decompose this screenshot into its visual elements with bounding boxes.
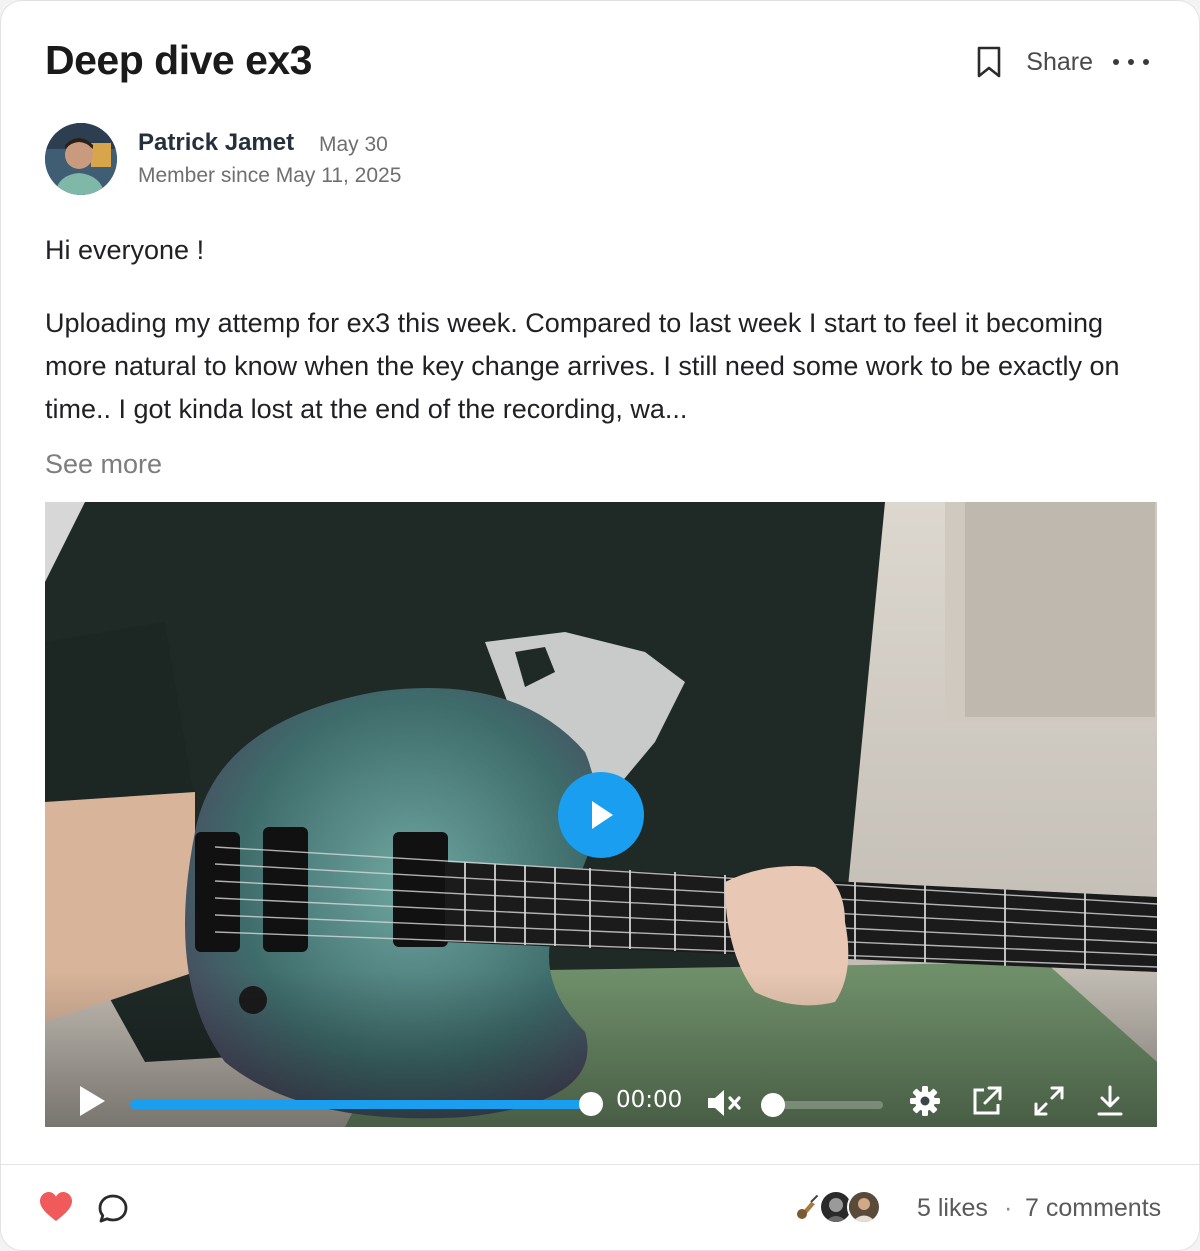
volume-muted-icon xyxy=(708,1090,741,1116)
fullscreen-button[interactable] xyxy=(1033,1085,1065,1122)
seek-handle[interactable] xyxy=(579,1092,603,1116)
mute-button[interactable] xyxy=(705,1087,743,1124)
volume-slider[interactable] xyxy=(773,1101,883,1109)
footer-separator: · xyxy=(1004,1194,1013,1222)
share-button[interactable]: Share xyxy=(1026,48,1093,77)
likes-count[interactable]: 5 likes xyxy=(917,1194,988,1223)
play-button[interactable] xyxy=(77,1084,107,1123)
open-external-button[interactable] xyxy=(971,1085,1003,1122)
likers-avatars[interactable] xyxy=(791,1190,881,1224)
bookmark-button[interactable] xyxy=(974,43,1004,81)
volume-handle[interactable] xyxy=(761,1093,785,1117)
video-player[interactable]: 00:00 xyxy=(45,502,1157,1127)
comment-icon xyxy=(98,1194,128,1223)
play-icon xyxy=(592,801,613,829)
time-display: 00:00 xyxy=(616,1087,683,1113)
author-name[interactable]: Patrick Jamet xyxy=(138,129,294,157)
settings-button[interactable] xyxy=(909,1085,941,1122)
settings-icon xyxy=(910,1086,940,1116)
post-card: Deep dive ex3 Share Patrick Jamet May 30… xyxy=(0,0,1200,1251)
play-overlay-button[interactable] xyxy=(558,772,644,858)
open-external-icon xyxy=(973,1086,1002,1115)
post-body: Uploading my attemp for ex3 this week. C… xyxy=(45,308,1120,424)
bookmark-icon xyxy=(977,46,1001,78)
footer-divider xyxy=(1,1164,1199,1165)
liker-avatar xyxy=(847,1190,881,1224)
comments-count[interactable]: 7 comments xyxy=(1025,1194,1161,1223)
avatar-image xyxy=(45,123,117,195)
video-controls: 00:00 xyxy=(45,1037,1157,1127)
heart-icon xyxy=(40,1192,72,1221)
play-icon xyxy=(80,1086,105,1116)
seek-bar[interactable] xyxy=(130,1100,590,1109)
download-button[interactable] xyxy=(1095,1084,1125,1123)
author-avatar[interactable] xyxy=(45,123,117,195)
post-actions: Share xyxy=(974,43,1149,81)
more-icon xyxy=(1113,59,1149,65)
more-options-button[interactable] xyxy=(1113,47,1149,77)
see-more-link[interactable]: See more xyxy=(45,449,162,480)
member-since: Member since May 11, 2025 xyxy=(138,164,402,187)
like-button[interactable] xyxy=(39,1191,73,1228)
post-greeting: Hi everyone ! xyxy=(45,235,205,265)
fullscreen-icon xyxy=(1034,1086,1064,1116)
post-date: May 30 xyxy=(319,133,388,156)
post-title: Deep dive ex3 xyxy=(45,37,313,83)
download-icon xyxy=(1097,1085,1123,1116)
comment-button[interactable] xyxy=(97,1193,129,1230)
